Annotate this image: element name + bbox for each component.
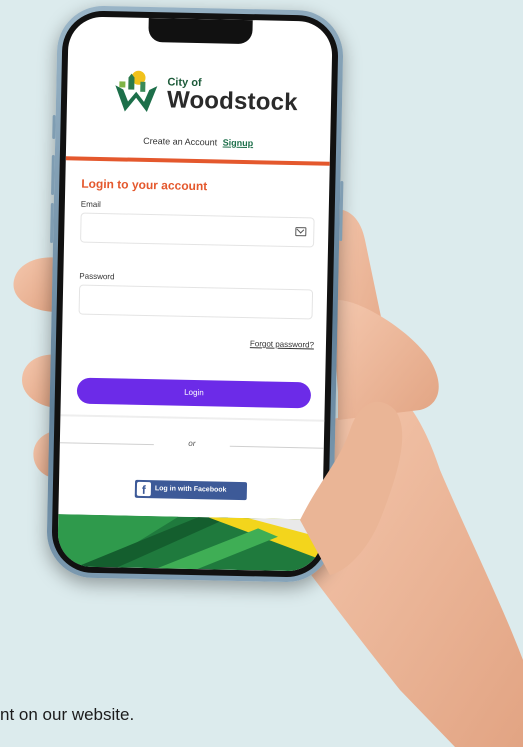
login-button[interactable]: Login xyxy=(76,377,312,409)
password-field[interactable] xyxy=(78,284,314,320)
orange-divider xyxy=(65,156,330,166)
forgot-password-link[interactable]: Forgot password? xyxy=(250,339,314,349)
decorative-banner xyxy=(57,514,323,572)
password-label: Password xyxy=(79,271,115,282)
phone-side-button xyxy=(52,114,56,140)
email-field[interactable] xyxy=(80,212,315,248)
brand-header: City of Woodstock xyxy=(67,64,332,116)
section-separator xyxy=(60,414,325,422)
signup-link[interactable]: Signup xyxy=(223,138,254,149)
email-label: Email xyxy=(80,199,101,210)
brand-large-text: Woodstock xyxy=(166,86,299,117)
login-title: Login to your account xyxy=(81,176,208,194)
phone-notch xyxy=(148,17,253,45)
phone-side-button xyxy=(339,181,344,242)
create-account-text: Create an Account xyxy=(143,135,218,148)
phone-side-button xyxy=(51,154,55,196)
phone-screen: City of Woodstock Create an Account Sign… xyxy=(57,16,333,572)
facebook-login-label: Log in with Facebook xyxy=(154,485,227,494)
phone-device: City of Woodstock Create an Account Sign… xyxy=(46,5,344,583)
or-divider: or xyxy=(59,436,324,454)
create-account-row: Create an Account Signup xyxy=(66,134,330,150)
envelope-icon xyxy=(295,227,307,237)
caption-text: nt on our website. xyxy=(0,705,135,724)
city-of-woodstock-logo-icon xyxy=(115,70,158,112)
facebook-f-icon: f xyxy=(136,481,152,497)
or-text: or xyxy=(188,438,196,449)
facebook-login-button[interactable]: f Log in with Facebook xyxy=(134,479,248,501)
phone-side-button xyxy=(50,202,54,244)
